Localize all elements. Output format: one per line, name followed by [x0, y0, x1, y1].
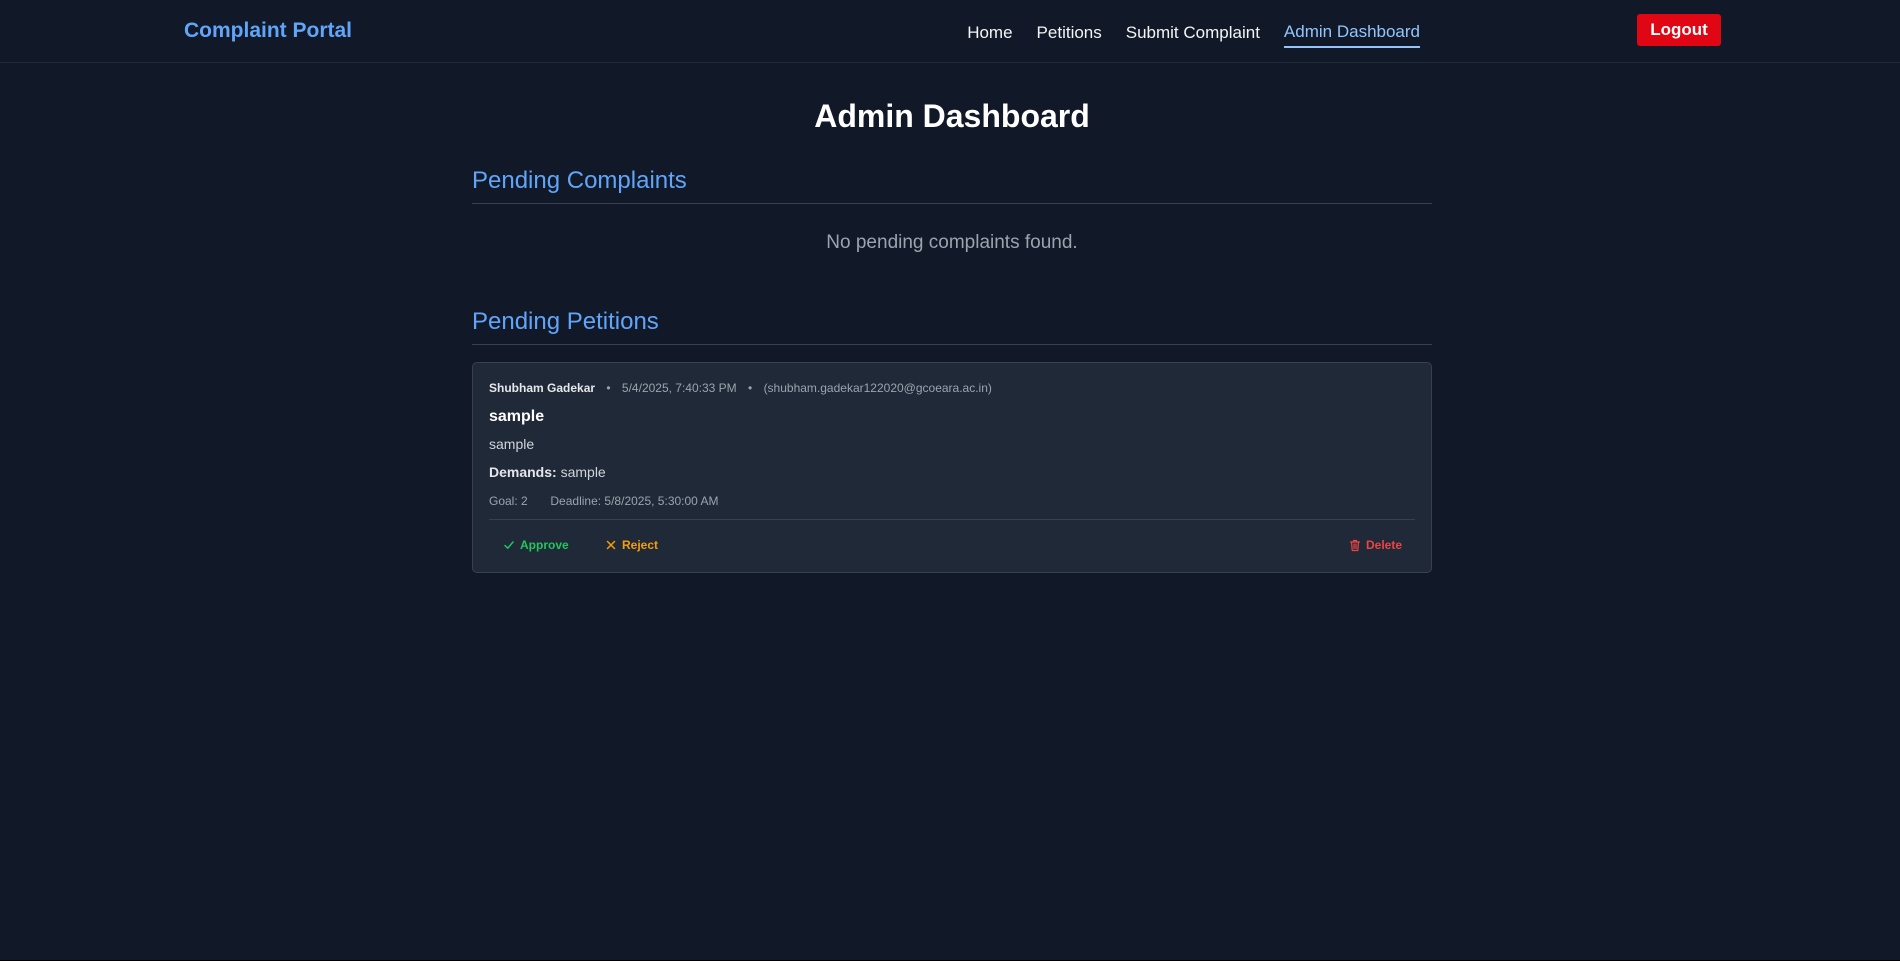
- pending-petitions-heading: Pending Petitions: [472, 307, 1432, 345]
- logout-button[interactable]: Logout: [1637, 14, 1721, 46]
- approve-button[interactable]: Approve: [503, 537, 569, 553]
- delete-label: Delete: [1366, 538, 1403, 552]
- separator-dot: •: [748, 381, 753, 395]
- petition-title: sample: [489, 408, 545, 425]
- complaints-empty-message: No pending complaints found.: [826, 232, 1078, 253]
- approve-label: Approve: [520, 538, 569, 552]
- petition-goal: Goal: 2: [489, 494, 528, 508]
- petition-meta: Shubham Gadekar • 5/4/2025, 7:40:33 PM •…: [489, 380, 992, 396]
- navbar: Complaint Portal Home Petitions Submit C…: [0, 0, 1900, 63]
- nav-link-admin-dashboard[interactable]: Admin Dashboard: [1283, 20, 1420, 48]
- x-icon: [606, 540, 616, 550]
- nav-links: Home Petitions Submit Complaint Admin Da…: [943, 18, 1420, 48]
- petition-card: Shubham Gadekar • 5/4/2025, 7:40:33 PM •…: [472, 362, 1432, 573]
- separator-dot: •: [606, 381, 611, 395]
- petition-description: sample: [489, 436, 535, 452]
- nav-link-submit-complaint[interactable]: Submit Complaint: [1126, 21, 1260, 45]
- delete-button[interactable]: Delete: [1349, 537, 1402, 553]
- petition-deadline: Deadline: 5/8/2025, 5:30:00 AM: [550, 494, 719, 508]
- petition-date: 5/4/2025, 7:40:33 PM: [621, 381, 737, 395]
- demands-value: sample: [560, 464, 606, 480]
- brand-logo[interactable]: Complaint Portal: [184, 19, 352, 43]
- trash-icon: [1349, 539, 1361, 551]
- app-root: Complaint Portal Home Petitions Submit C…: [0, 0, 1900, 960]
- reject-label: Reject: [622, 538, 659, 552]
- card-divider: [489, 519, 1415, 520]
- petition-email: (shubham.gadekar122020@gcoeara.ac.in): [763, 381, 992, 395]
- nav-link-home[interactable]: Home: [967, 21, 1012, 45]
- petition-stats: Goal: 2 Deadline: 5/8/2025, 5:30:00 AM: [489, 493, 719, 509]
- check-icon: [504, 541, 514, 549]
- pending-complaints-heading: Pending Complaints: [472, 166, 1432, 204]
- petition-demands: Demands: sample: [489, 463, 606, 481]
- page-title: Admin Dashboard: [814, 98, 1090, 134]
- petition-author: Shubham Gadekar: [489, 381, 596, 395]
- nav-link-petitions[interactable]: Petitions: [1037, 21, 1102, 45]
- demands-label: Demands:: [489, 464, 557, 480]
- reject-button[interactable]: Reject: [605, 537, 658, 553]
